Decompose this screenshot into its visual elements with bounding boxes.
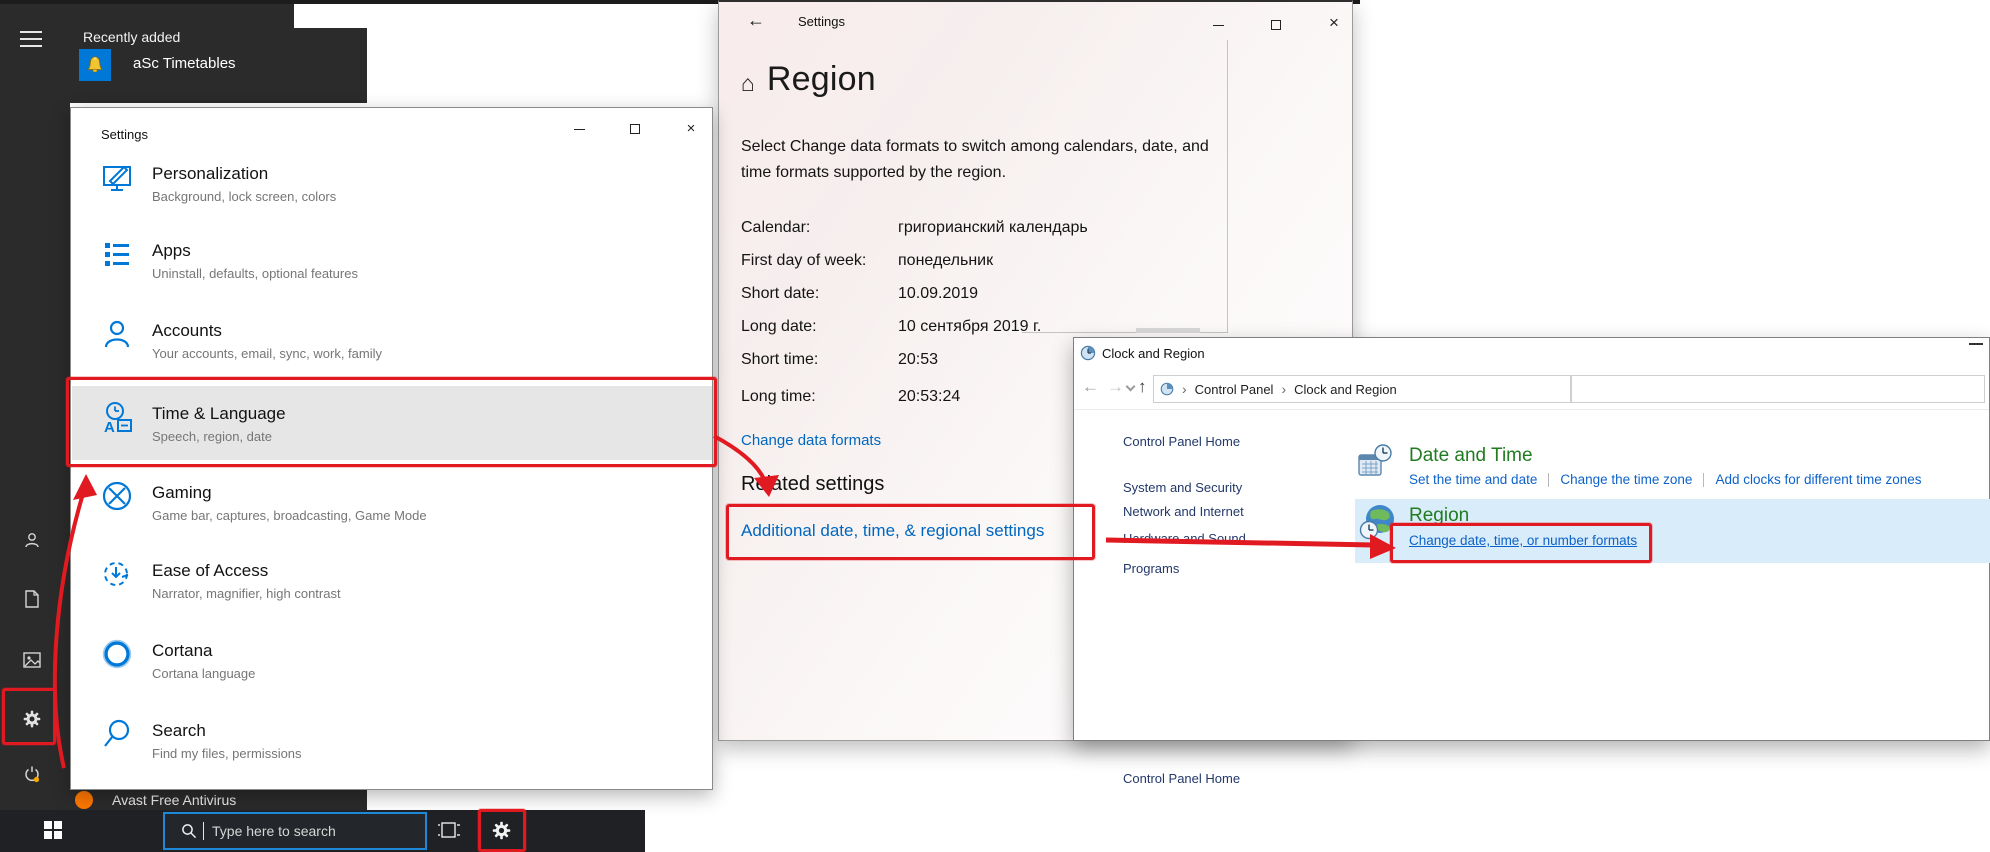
settings-item-search[interactable]: Search Find my files, permissions bbox=[70, 721, 713, 791]
sidebar-control-panel-home[interactable]: Control Panel Home bbox=[1123, 434, 1240, 449]
accounts-icon bbox=[100, 317, 138, 355]
intro-text-line1: Select Change data formats to switch amo… bbox=[741, 138, 1209, 156]
breadcrumb-control-panel[interactable]: Control Panel bbox=[1195, 382, 1274, 397]
link-divider bbox=[1703, 473, 1704, 487]
minimize-button[interactable] bbox=[570, 120, 588, 138]
hamburger-menu-icon[interactable] bbox=[20, 31, 42, 47]
maximize-button[interactable] bbox=[1267, 16, 1285, 34]
recently-added-heading: Recently added bbox=[83, 29, 180, 45]
clock-region-icon bbox=[1080, 345, 1096, 361]
taskbar-search-box[interactable] bbox=[163, 812, 427, 850]
window-title: Settings bbox=[101, 127, 148, 142]
background-window-artifact bbox=[1136, 328, 1200, 333]
add-clocks-link[interactable]: Add clocks for different time zones bbox=[1715, 472, 1921, 487]
start-menu-panel-extension bbox=[287, 28, 367, 103]
row-label: Long time: bbox=[741, 388, 816, 406]
address-bar[interactable]: › Control Panel › Clock and Region bbox=[1153, 375, 1571, 403]
intro-text-line2: time formats supported by the region. bbox=[741, 164, 1006, 182]
personalization-icon bbox=[100, 160, 138, 198]
page-title: Region bbox=[767, 60, 876, 99]
nav-forward-icon[interactable]: → bbox=[1107, 377, 1124, 397]
ease-of-access-icon bbox=[100, 557, 138, 595]
start-button[interactable] bbox=[44, 821, 62, 839]
set-time-date-link[interactable]: Set the time and date bbox=[1409, 472, 1537, 487]
asc-timetables-label[interactable]: aSc Timetables bbox=[133, 55, 236, 72]
window-title: Settings bbox=[798, 14, 845, 29]
breadcrumb-clock-and-region[interactable]: Clock and Region bbox=[1294, 382, 1397, 397]
settings-item-ease-of-access[interactable]: Ease of Access Narrator, magnifier, high… bbox=[70, 561, 713, 631]
avast-icon[interactable] bbox=[75, 791, 93, 809]
row-value: 20:53:24 bbox=[898, 388, 960, 406]
settings-item-cortana[interactable]: Cortana Cortana language bbox=[70, 641, 713, 711]
annotation-box-start-gear bbox=[2, 688, 56, 745]
row-label: Short time: bbox=[741, 351, 818, 369]
search-icon bbox=[181, 823, 197, 839]
minimize-button[interactable] bbox=[1969, 343, 1983, 345]
breadcrumb-separator-icon: › bbox=[1281, 381, 1286, 397]
change-data-formats-link[interactable]: Change data formats bbox=[741, 432, 881, 449]
taskbar-search-input[interactable] bbox=[212, 823, 402, 839]
sidebar-programs[interactable]: Programs bbox=[1123, 561, 1179, 576]
close-button[interactable]: × bbox=[682, 120, 700, 138]
sidebar-control-panel-home[interactable]: Control Panel Home bbox=[1123, 771, 1240, 786]
text-cursor bbox=[203, 822, 204, 840]
asc-timetables-icon[interactable] bbox=[79, 49, 111, 81]
row-label: First day of week: bbox=[741, 252, 866, 270]
row-label: Long date: bbox=[741, 318, 817, 336]
row-value: 10 сентября 2019 г. bbox=[898, 318, 1041, 336]
window-title: Clock and Region bbox=[1102, 346, 1205, 361]
bell-icon bbox=[85, 55, 105, 75]
xbox-icon bbox=[100, 479, 138, 517]
avast-label[interactable]: Avast Free Antivirus bbox=[112, 792, 236, 808]
settings-item-personalization[interactable]: Personalization Background, lock screen,… bbox=[70, 164, 713, 234]
row-label: Calendar: bbox=[741, 219, 810, 237]
sidebar-system-security[interactable]: System and Security bbox=[1123, 480, 1242, 495]
annotation-box-change-formats bbox=[1390, 523, 1652, 563]
related-settings-heading: Related settings bbox=[741, 473, 884, 496]
control-panel-search-box[interactable] bbox=[1571, 375, 1985, 403]
close-button[interactable]: × bbox=[1325, 14, 1343, 32]
sidebar-network-internet[interactable]: Network and Internet bbox=[1123, 504, 1244, 519]
nav-up-icon[interactable]: ↑ bbox=[1138, 377, 1147, 397]
title-bar: Clock and Region bbox=[1074, 338, 1989, 368]
annotation-box-taskbar-gear bbox=[478, 809, 526, 852]
power-icon[interactable] bbox=[20, 762, 44, 786]
home-icon: ⌂ bbox=[741, 72, 755, 99]
nav-history-dropdown-icon[interactable] bbox=[1126, 382, 1136, 392]
breadcrumb-separator-icon: › bbox=[1182, 381, 1187, 397]
desktop: { "colors": { "accent": "#0078d7", "anno… bbox=[0, 0, 1990, 852]
annotation-box-additional-settings bbox=[726, 504, 1095, 560]
row-value: 20:53 bbox=[898, 351, 938, 369]
settings-item-apps[interactable]: Apps Uninstall, defaults, optional featu… bbox=[70, 241, 713, 311]
row-label: Short date: bbox=[741, 285, 819, 303]
search-icon bbox=[100, 717, 138, 755]
annotation-box-time-language bbox=[66, 377, 717, 467]
row-value: григорианский календарь bbox=[898, 219, 1088, 237]
user-icon[interactable] bbox=[20, 528, 44, 552]
sidebar-hardware-sound[interactable]: Hardware and Sound bbox=[1123, 531, 1246, 546]
background-window-edge bbox=[1227, 40, 1228, 333]
task-view-icon[interactable] bbox=[438, 821, 460, 839]
date-time-icon bbox=[1357, 443, 1393, 481]
nav-back-icon[interactable]: ← bbox=[1082, 377, 1099, 397]
row-value: 10.09.2019 bbox=[898, 285, 978, 303]
minimize-button[interactable] bbox=[1209, 16, 1227, 34]
back-icon[interactable]: ← bbox=[747, 10, 765, 31]
date-and-time-heading[interactable]: Date and Time bbox=[1409, 445, 1533, 467]
cortana-icon bbox=[100, 637, 138, 675]
documents-icon[interactable] bbox=[20, 587, 44, 611]
row-value: понедельник bbox=[898, 252, 993, 270]
date-time-links: Set the time and date Change the time zo… bbox=[1409, 472, 1922, 487]
change-time-zone-link[interactable]: Change the time zone bbox=[1560, 472, 1692, 487]
apps-icon bbox=[100, 237, 138, 275]
navigation-toolbar: ← → ↑ › Control Panel › Clock and Region bbox=[1074, 368, 1989, 410]
settings-item-gaming[interactable]: Gaming Game bar, captures, broadcasting,… bbox=[70, 483, 713, 553]
clock-region-icon bbox=[1160, 382, 1174, 396]
link-divider bbox=[1548, 473, 1549, 487]
pictures-icon[interactable] bbox=[20, 648, 44, 672]
maximize-button[interactable] bbox=[626, 120, 644, 138]
